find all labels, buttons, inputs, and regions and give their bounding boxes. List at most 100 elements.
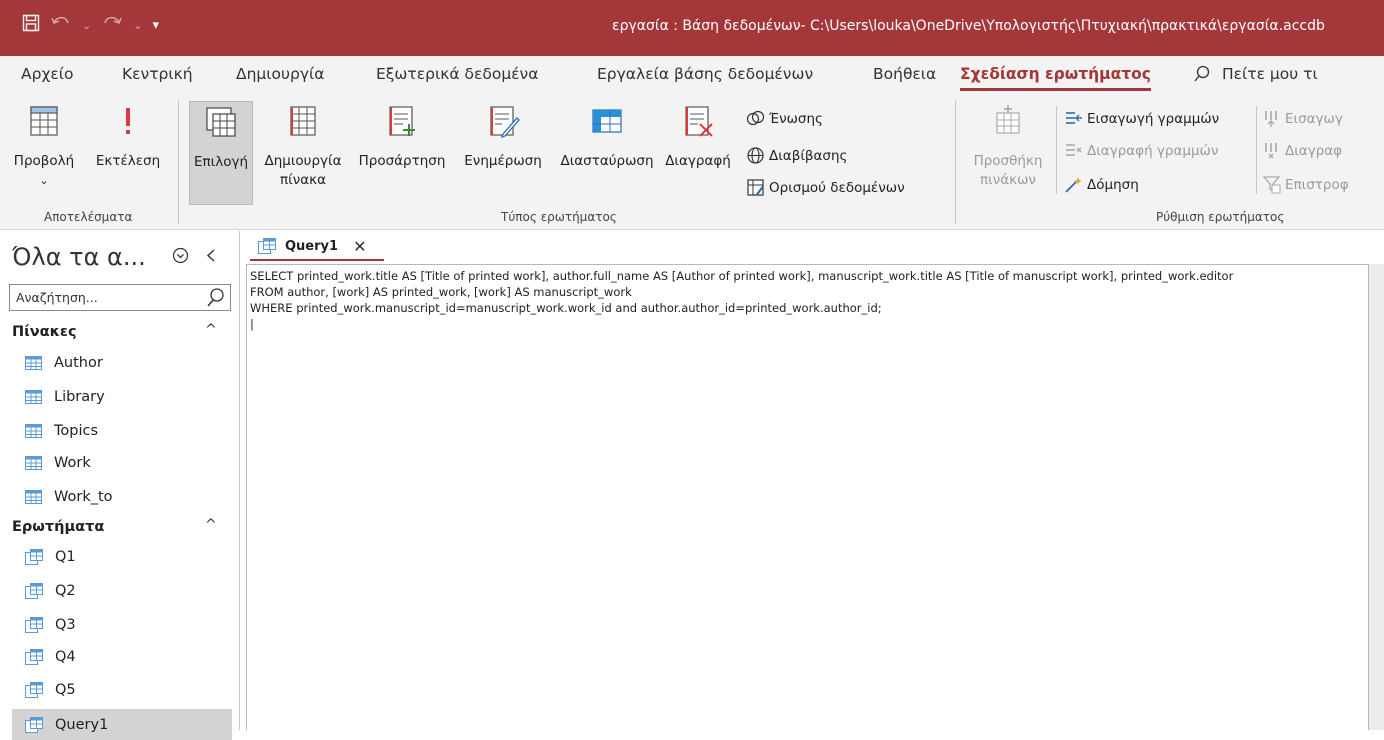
redo-icon[interactable] bbox=[101, 15, 123, 36]
run-label: Εκτέλεση bbox=[95, 153, 161, 169]
tab-create[interactable]: Δημιουργία bbox=[236, 65, 324, 83]
builder-button[interactable]: Δόμηση bbox=[1064, 175, 1139, 194]
insert-columns-button[interactable]: Εισαγωγ bbox=[1262, 109, 1343, 128]
save-icon[interactable] bbox=[22, 14, 40, 37]
insert-rows-icon bbox=[1066, 112, 1082, 124]
tab-external-data[interactable]: Εξωτερικά δεδομένα bbox=[376, 65, 538, 83]
close-icon[interactable]: ✕ bbox=[353, 237, 366, 256]
query-type-group-label: Τύπος ερωτήματος bbox=[501, 210, 617, 224]
nav-table-work[interactable]: Work bbox=[12, 447, 232, 478]
tables-section-header[interactable]: Πίνακες bbox=[12, 324, 77, 340]
view-button[interactable]: Προβολή ⌄ bbox=[0, 104, 88, 190]
make-table-label-2: πίνακα bbox=[280, 172, 326, 188]
return-button[interactable]: Επιστροφ bbox=[1262, 175, 1349, 194]
delete-label: Διαγραφή bbox=[665, 153, 731, 169]
ribbon: Προβολή ⌄ Εκτέλεση Αποτελέσματα Επιλογή … bbox=[0, 96, 1384, 230]
search-icon[interactable] bbox=[207, 287, 225, 311]
query-setup-group-label: Ρύθμιση ερωτήματος bbox=[1156, 210, 1285, 224]
quick-access-toolbar: ⌄ ⌄ ▾ bbox=[22, 14, 159, 37]
caret-up-icon[interactable]: ^ bbox=[205, 322, 217, 338]
table-icon bbox=[25, 489, 42, 504]
undo-icon[interactable] bbox=[50, 15, 72, 36]
insert-rows-label: Εισαγωγή γραμμών bbox=[1087, 110, 1220, 127]
update-button[interactable]: Ενημέρωση bbox=[455, 104, 551, 171]
delete-columns-button[interactable]: Διαγραφ bbox=[1262, 141, 1342, 160]
nav-query-q5[interactable]: Q5 bbox=[12, 674, 232, 705]
search-icon bbox=[1194, 65, 1210, 87]
chevron-down-circle-icon[interactable] bbox=[172, 247, 189, 269]
query-icon bbox=[25, 582, 43, 599]
delete-columns-icon bbox=[1265, 143, 1277, 159]
make-table-button[interactable]: Δημιουργία πίνακα bbox=[255, 104, 351, 190]
group-separator bbox=[178, 100, 179, 224]
update-icon bbox=[486, 104, 520, 139]
select-query-icon bbox=[204, 105, 238, 139]
query-icon bbox=[25, 548, 43, 565]
redo-dropdown-icon[interactable]: ⌄ bbox=[133, 19, 142, 32]
vertical-scrollbar[interactable] bbox=[1369, 264, 1384, 730]
nav-query-query1[interactable]: Query1 bbox=[12, 709, 232, 740]
tab-query-design[interactable]: Σχεδίαση ερωτήματος bbox=[960, 65, 1151, 91]
data-definition-label: Ορισμού δεδομένων bbox=[769, 179, 905, 196]
nav-table-work-to[interactable]: Work_to bbox=[12, 481, 232, 512]
query-icon bbox=[25, 681, 43, 698]
union-button[interactable]: Ένωσης bbox=[746, 109, 823, 128]
nav-table-topics[interactable]: Topics bbox=[12, 415, 232, 446]
document-tab-label: Query1 bbox=[285, 238, 339, 254]
sql-editor[interactable]: SELECT printed_work.title AS [Title of p… bbox=[246, 264, 1369, 730]
ribbon-tabs: Αρχείο Κεντρική Δημιουργία Εξωτερικά δεδ… bbox=[0, 56, 1384, 96]
insert-columns-icon bbox=[1265, 111, 1277, 127]
add-tables-icon bbox=[991, 104, 1025, 138]
nav-item-label: Q4 bbox=[55, 648, 76, 665]
add-tables-label-2: πινάκων bbox=[980, 172, 1036, 188]
delete-query-button[interactable]: Διαγραφή bbox=[662, 104, 734, 171]
delete-rows-button[interactable]: Διαγραφή γραμμών bbox=[1064, 141, 1218, 160]
nav-table-author[interactable]: Author bbox=[12, 347, 232, 378]
customize-qat-icon[interactable]: ▾ bbox=[152, 18, 159, 33]
table-icon bbox=[25, 455, 42, 470]
nav-item-label: Work bbox=[54, 454, 91, 471]
queries-section-header[interactable]: Ερωτήματα bbox=[12, 519, 104, 535]
add-tables-button[interactable]: Προσθήκη πινάκων bbox=[963, 104, 1053, 190]
document-tab-query1[interactable]: Query1 ✕ bbox=[250, 233, 384, 261]
tab-home[interactable]: Κεντρική bbox=[122, 65, 193, 83]
make-table-icon bbox=[286, 104, 320, 138]
select-label: Επιλογή bbox=[193, 154, 249, 170]
nav-search-box[interactable] bbox=[9, 284, 231, 311]
undo-dropdown-icon[interactable]: ⌄ bbox=[82, 19, 91, 32]
results-group-label: Αποτελέσματα bbox=[44, 210, 133, 224]
tab-file[interactable]: Αρχείο bbox=[21, 65, 74, 83]
caret-up-icon[interactable]: ^ bbox=[205, 517, 217, 533]
chevron-down-icon: ⌄ bbox=[39, 174, 49, 187]
nav-search-input[interactable] bbox=[10, 285, 195, 310]
nav-query-q2[interactable]: Q2 bbox=[12, 575, 232, 606]
select-query-button[interactable]: Επιλογή bbox=[189, 101, 253, 205]
nav-query-q3[interactable]: Q3 bbox=[12, 609, 232, 640]
crosstab-button[interactable]: Διασταύρωση bbox=[552, 104, 662, 171]
nav-pane-header[interactable]: Όλα τα α... bbox=[12, 243, 146, 271]
tab-database-tools[interactable]: Εργαλεία βάσης δεδομένων bbox=[597, 65, 813, 83]
table-icon bbox=[25, 423, 42, 438]
query-icon bbox=[258, 238, 276, 254]
tell-me-label: Πείτε μου τι bbox=[1222, 65, 1318, 83]
nav-item-label: Q5 bbox=[55, 681, 76, 698]
tab-help[interactable]: Βοήθεια bbox=[873, 65, 936, 83]
passthrough-button[interactable]: Διαβίβασης bbox=[746, 146, 847, 165]
nav-table-library[interactable]: Library bbox=[12, 381, 232, 412]
datasheet-view-icon bbox=[27, 104, 61, 138]
crosstab-label: Διασταύρωση bbox=[560, 153, 654, 169]
data-definition-button[interactable]: Ορισμού δεδομένων bbox=[746, 178, 905, 197]
data-definition-icon bbox=[747, 179, 764, 196]
append-button[interactable]: Προσάρτηση bbox=[352, 104, 452, 171]
chevron-left-icon[interactable] bbox=[205, 247, 217, 269]
document-area: Query1 ✕ SELECT printed_work.title AS [T… bbox=[239, 231, 1384, 730]
nav-query-q1[interactable]: Q1 bbox=[12, 541, 232, 572]
nav-query-q4[interactable]: Q4 bbox=[12, 641, 232, 672]
run-icon bbox=[111, 104, 145, 138]
nav-item-label: Q1 bbox=[55, 548, 76, 565]
divider bbox=[1256, 106, 1257, 194]
insert-rows-button[interactable]: Εισαγωγή γραμμών bbox=[1064, 109, 1219, 128]
delete-rows-label: Διαγραφή γραμμών bbox=[1087, 142, 1219, 159]
tell-me-box[interactable]: Πείτε μου τι bbox=[1194, 65, 1318, 87]
run-button[interactable]: Εκτέλεση bbox=[88, 104, 168, 171]
